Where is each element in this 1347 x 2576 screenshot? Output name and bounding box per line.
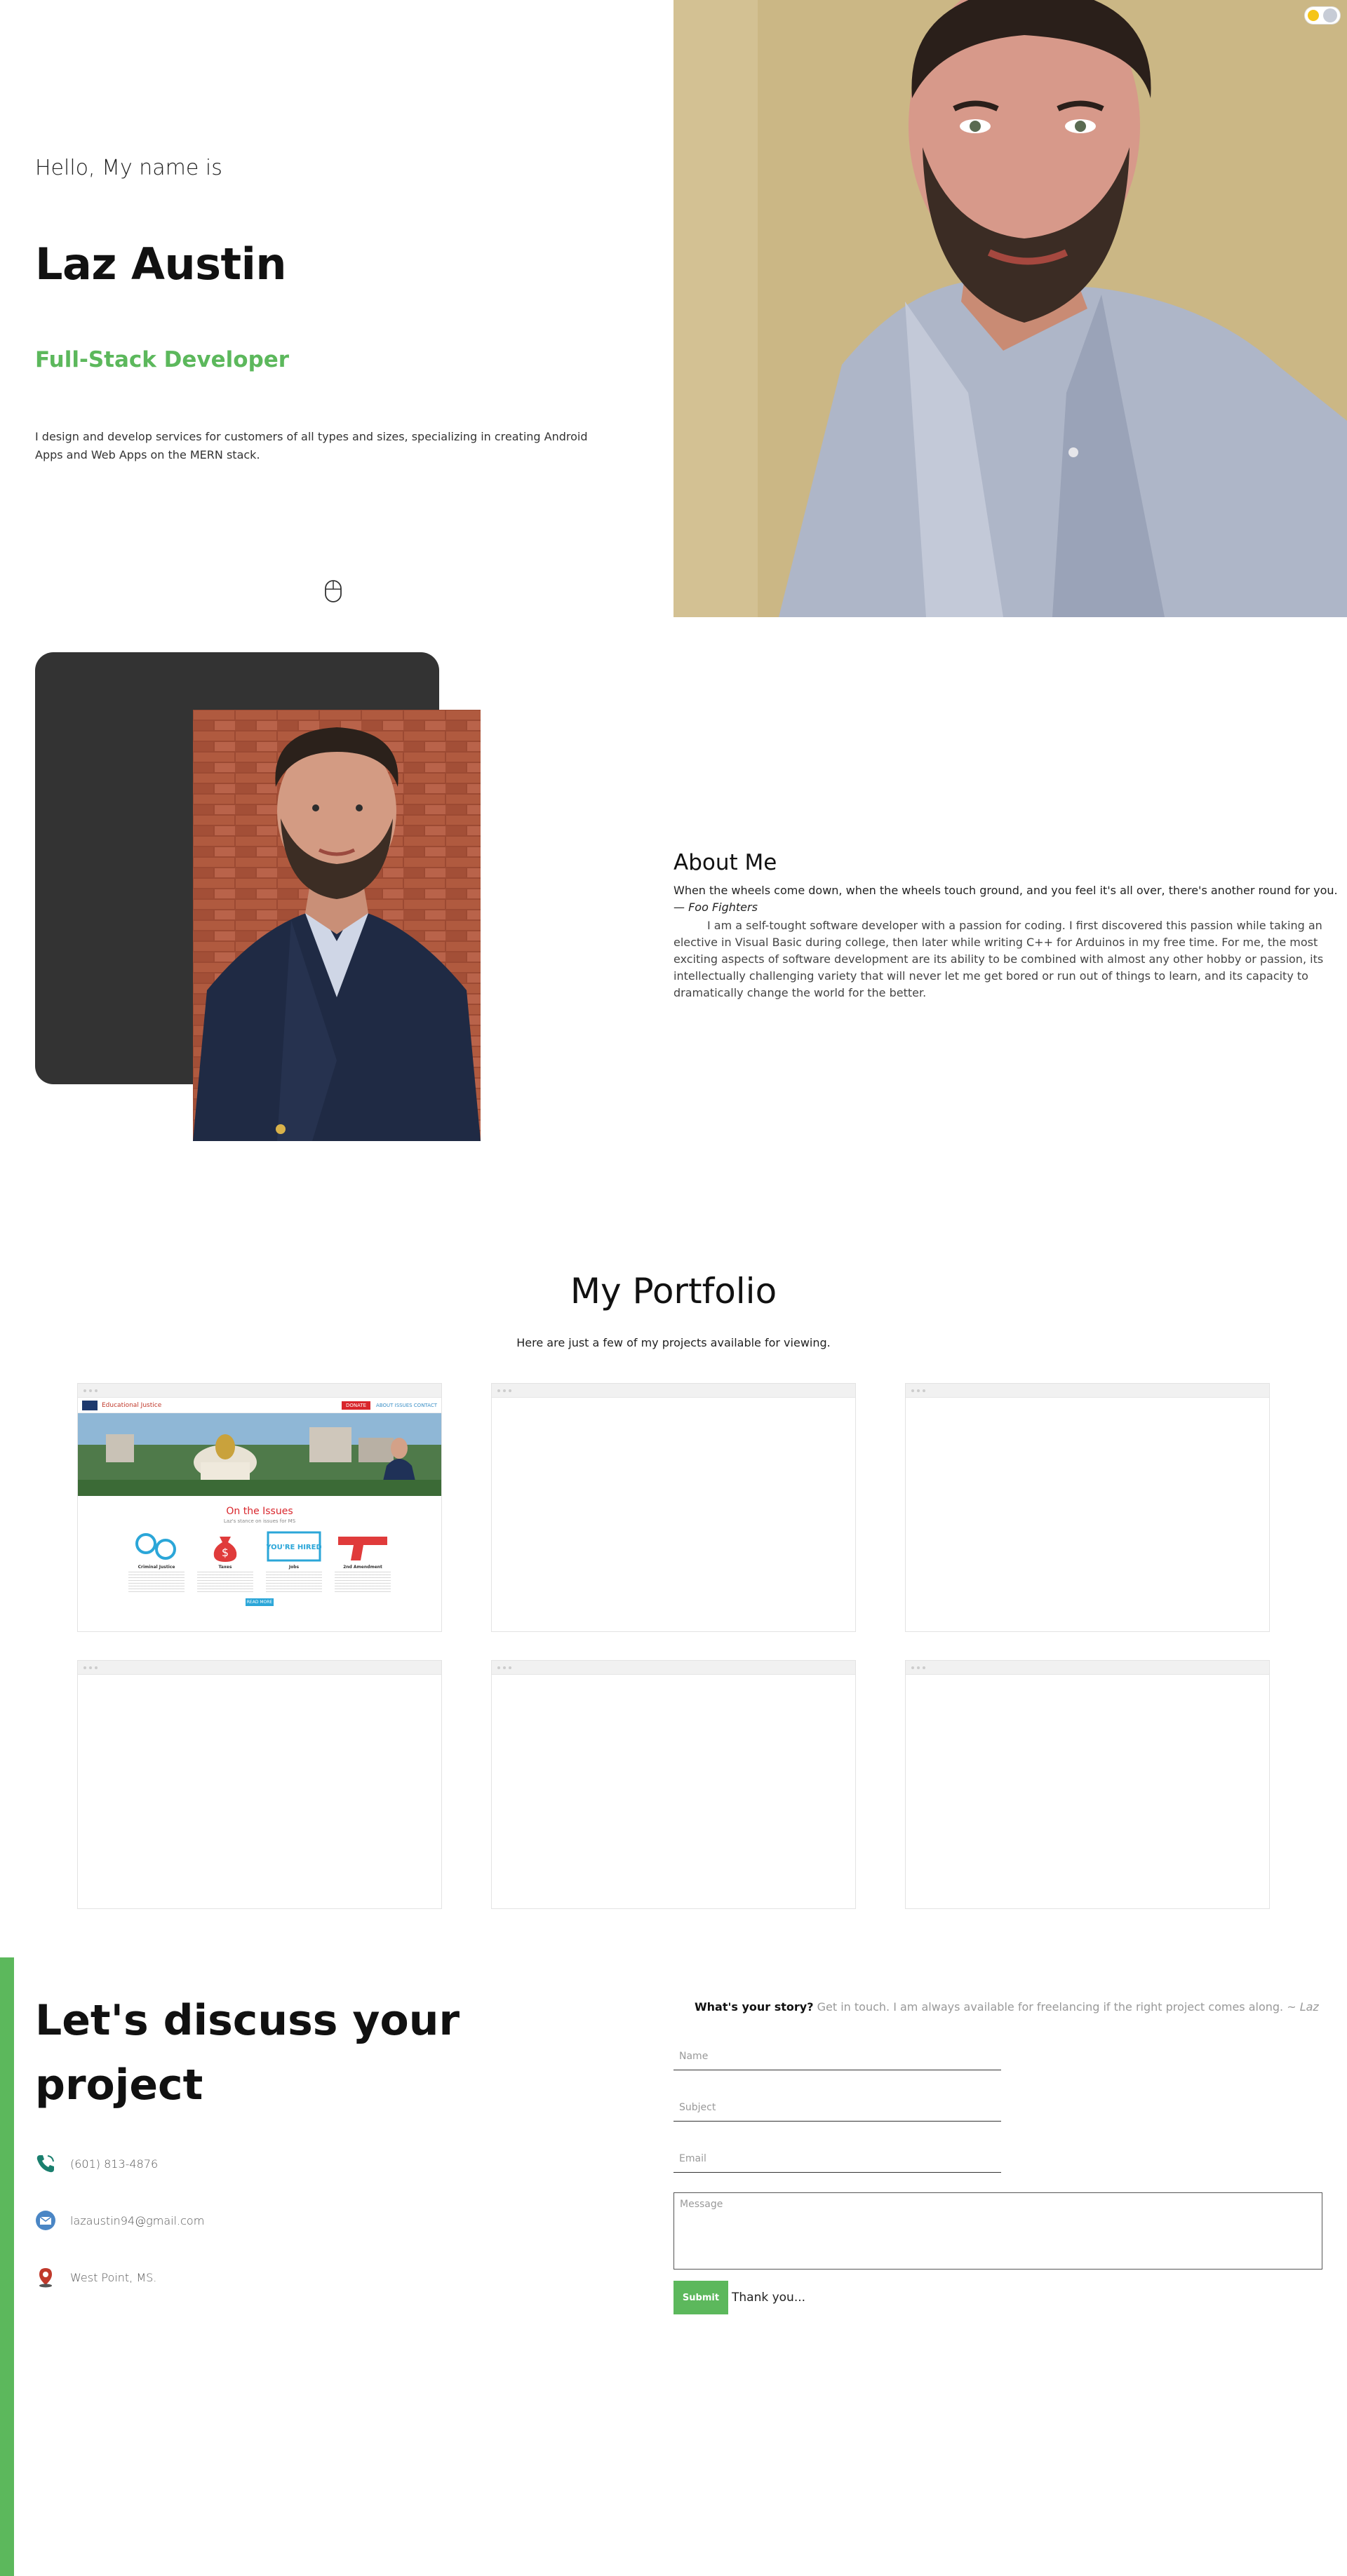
- preview-nav-links: ABOUT ISSUES CONTACT: [376, 1402, 437, 1408]
- submit-button[interactable]: Submit: [674, 2281, 728, 2314]
- preview-read-more-button: READ MORE: [246, 1598, 274, 1606]
- preview-issue-text: [266, 1572, 322, 1593]
- browser-chrome: [78, 1384, 441, 1398]
- svg-text:YOU'RE HIRED: YOU'RE HIRED: [267, 1544, 321, 1551]
- location-text: West Point, MS.: [70, 2270, 157, 2284]
- preview-issue-item: $ Taxes: [197, 1530, 253, 1593]
- project-preview: Educational Justice DONATE ABOUT ISSUES …: [78, 1398, 441, 1631]
- about-quote: When the wheels come down, when the whee…: [674, 884, 1338, 897]
- portfolio-card-1[interactable]: Educational Justice DONATE ABOUT ISSUES …: [77, 1383, 442, 1632]
- preview-banner-image: [78, 1413, 441, 1496]
- browser-chrome: [906, 1661, 1269, 1675]
- browser-chrome: [78, 1661, 441, 1675]
- svg-text:$: $: [222, 1546, 229, 1559]
- accent-bar: [0, 1957, 14, 2576]
- about-portrait-photo: [193, 710, 481, 1141]
- browser-chrome: [906, 1384, 1269, 1398]
- preview-issue-text: [197, 1572, 253, 1593]
- about-title: About Me: [674, 850, 777, 875]
- contact-title: Let's discuss your project: [35, 1996, 460, 2110]
- name-field[interactable]: [674, 2042, 1001, 2070]
- contact-location: West Point, MS.: [35, 2267, 156, 2288]
- portfolio-title: My Portfolio: [570, 1271, 777, 1311]
- theme-toggle-icon[interactable]: [1305, 7, 1340, 24]
- email-icon: [35, 2210, 56, 2231]
- hero-section: Hello, My name is Laz Austin Full-Stack …: [0, 0, 1347, 617]
- preview-issue-text: [335, 1572, 391, 1593]
- preview-issues-subtitle: Laz's stance on issues for MS: [223, 1518, 296, 1524]
- hero-role: Full-Stack Developer: [35, 347, 290, 372]
- email-field[interactable]: [674, 2145, 1001, 2173]
- message-field[interactable]: [674, 2192, 1322, 2270]
- about-quote-author: — Foo Fighters: [674, 901, 758, 914]
- preview-issue-item: Criminal Justice: [128, 1530, 185, 1593]
- preview-issue-label: Taxes: [218, 1565, 232, 1570]
- portfolio-card-2[interactable]: [491, 1383, 856, 1632]
- pistol-icon: [338, 1537, 387, 1560]
- hired-stamp-icon: YOU'RE HIRED: [267, 1531, 321, 1562]
- preview-issue-item: YOU'RE HIRED Jobs: [266, 1530, 322, 1593]
- preview-navbar: Educational Justice DONATE ABOUT ISSUES …: [78, 1398, 441, 1413]
- money-bag-icon: $: [213, 1537, 237, 1562]
- contact-story: What's your story? Get in touch. I am al…: [695, 2000, 1319, 2014]
- portfolio-card-6[interactable]: [905, 1660, 1270, 1909]
- thanks-text: Thank you...: [732, 2291, 806, 2305]
- phone-number[interactable]: (601) 813-4876: [70, 2157, 158, 2171]
- preview-issues-title: On the Issues: [226, 1506, 293, 1517]
- preview-issue-label: Criminal Justice: [138, 1565, 175, 1570]
- portfolio-card-4[interactable]: [77, 1660, 442, 1909]
- hero-portrait-photo: [674, 0, 1347, 617]
- hero-description: I design and develop services for custom…: [35, 430, 588, 461]
- about-bio: I am a self-tought software developer wi…: [674, 919, 1324, 999]
- preview-issue-label: Jobs: [288, 1565, 300, 1570]
- preview-issue-item: 2nd Amendment: [335, 1530, 391, 1593]
- contact-email: lazaustin94@gmail.com: [35, 2210, 204, 2231]
- preview-logo: [82, 1400, 98, 1410]
- computer-mouse-icon[interactable]: [324, 579, 342, 603]
- preview-issue-label: 2nd Amendment: [343, 1565, 382, 1570]
- contact-phone: (601) 813-4876: [35, 2153, 158, 2174]
- preview-brand: Educational Justice: [102, 1401, 162, 1409]
- hero-intro: Hello, My name is Laz Austin Full-Stack …: [35, 0, 638, 617]
- portfolio-card-3[interactable]: [905, 1383, 1270, 1632]
- preview-issue-list: Criminal Justice $ Taxes YOU'RE HIRED Jo…: [78, 1530, 441, 1593]
- handcuffs-icon: [135, 1533, 176, 1560]
- toggle-knob: [1323, 8, 1337, 22]
- preview-donate-button: DONATE: [341, 1401, 371, 1410]
- location-pin-icon: [35, 2267, 56, 2288]
- sun-icon: [1308, 10, 1319, 21]
- phone-icon: [35, 2153, 56, 2174]
- browser-chrome: [492, 1661, 855, 1675]
- story-text: Get in touch. I am always available for …: [817, 2000, 1284, 2014]
- email-address[interactable]: lazaustin94@gmail.com: [70, 2214, 204, 2227]
- hero-greeting: Hello, My name is: [35, 156, 222, 180]
- about-content: About Me When the wheels come down, when…: [674, 850, 1343, 1002]
- preview-issue-text: [128, 1572, 185, 1593]
- portfolio-subtitle: Here are just a few of my projects avail…: [516, 1336, 831, 1349]
- portfolio-card-5[interactable]: [491, 1660, 856, 1909]
- subject-field[interactable]: [674, 2093, 1001, 2122]
- browser-chrome: [492, 1384, 855, 1398]
- story-label: What's your story?: [695, 2000, 814, 2014]
- story-signature: ~ Laz: [1287, 2000, 1319, 2014]
- hero-name: Laz Austin: [35, 238, 287, 290]
